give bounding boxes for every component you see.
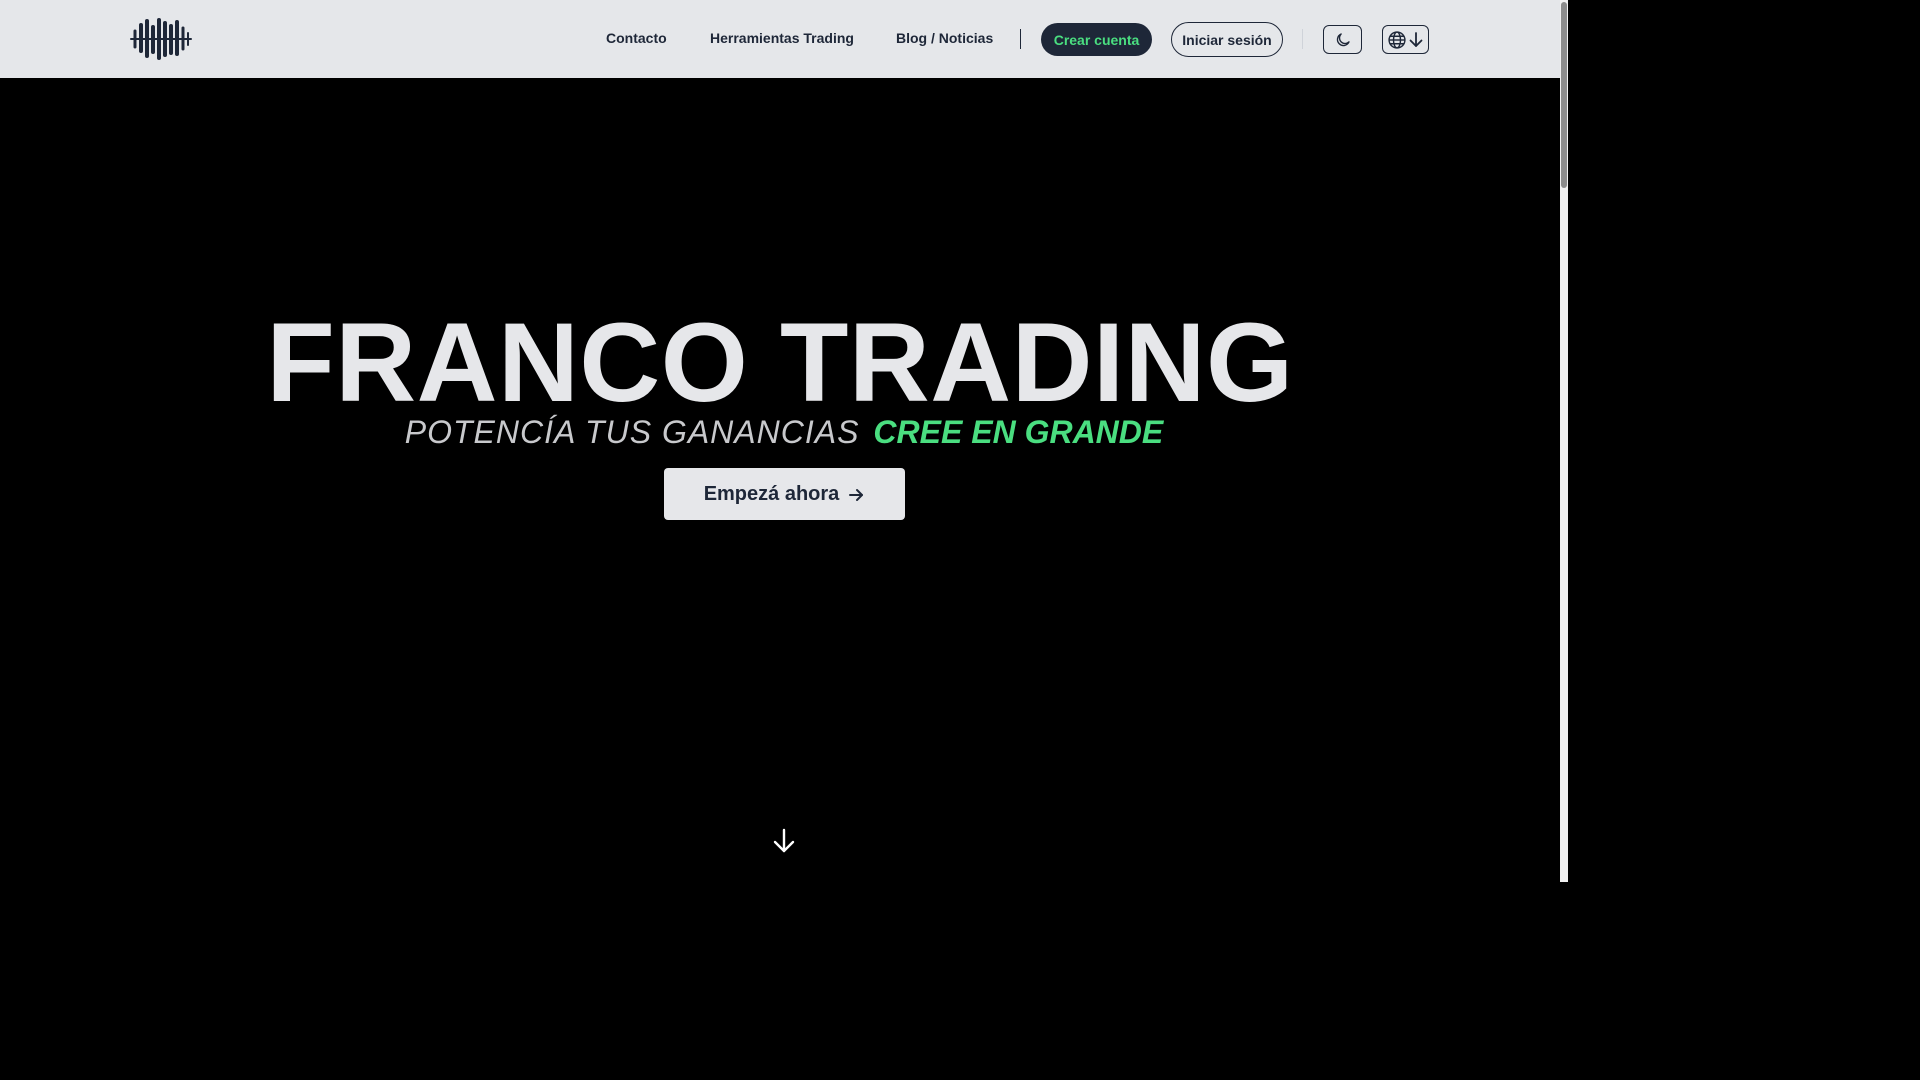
- nav-link-contacto[interactable]: Contacto: [606, 30, 667, 50]
- scroll-down-arrow-icon[interactable]: [772, 828, 796, 854]
- theme-toggle-button[interactable]: [1323, 25, 1362, 54]
- start-now-label: Empezá ahora: [703, 482, 840, 505]
- logo-icon[interactable]: [130, 18, 192, 60]
- start-now-button[interactable]: Empezá ahora: [664, 468, 905, 520]
- navbar: Contacto Herramientas Trading Blog / Not…: [0, 0, 1560, 78]
- tagline-accent: CREE EN GRANDE: [873, 414, 1164, 450]
- arrow-right-icon: [849, 489, 864, 501]
- create-account-button[interactable]: Crear cuenta: [1041, 23, 1152, 56]
- language-selector-button[interactable]: [1382, 25, 1429, 54]
- hero-tagline: POTENCÍA TUS GANANCIAS CREE EN GRANDE: [0, 414, 1568, 450]
- vertical-scrollbar[interactable]: [1560, 0, 1568, 882]
- nav-link-herramientas-trading[interactable]: Herramientas Trading: [710, 30, 854, 50]
- moon-icon: [1336, 32, 1350, 46]
- hero-title: FRANCO TRADING: [266, 300, 1294, 425]
- nav-divider: [1020, 29, 1021, 49]
- login-button[interactable]: Iniciar sesión: [1171, 22, 1283, 57]
- globe-icon: [1388, 30, 1406, 49]
- tagline-light: POTENCÍA TUS GANANCIAS: [404, 414, 860, 450]
- nav-divider-light: [1302, 29, 1303, 49]
- arrow-down-icon: [1409, 31, 1423, 47]
- nav-link-blog-noticias[interactable]: Blog / Noticias: [896, 30, 993, 50]
- scrollbar-thumb[interactable]: [1561, 2, 1567, 188]
